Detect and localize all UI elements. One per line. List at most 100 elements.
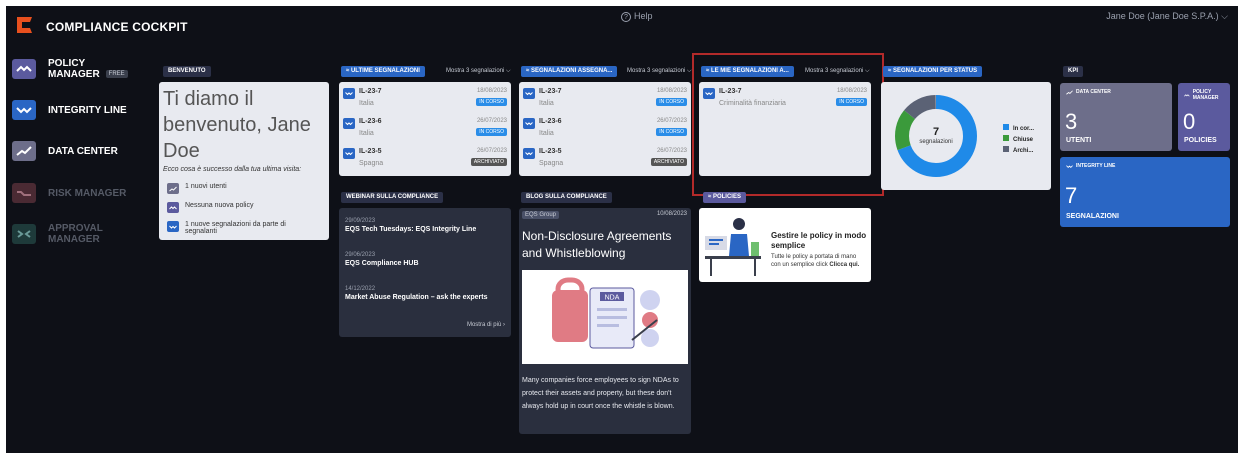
welcome-item-text: Nessuna nuova policy xyxy=(185,202,254,209)
signal-place: Spagna xyxy=(539,160,564,167)
user-menu[interactable]: Jane Doe (Jane Doe S.P.A.) ⌵ xyxy=(1106,11,1228,22)
sidebar-item-integrity-line[interactable]: INTEGRITY LINE xyxy=(12,100,127,120)
webinar-item[interactable]: 29/09/2023 EQS Tech Tuesdays: EQS Integr… xyxy=(345,218,476,233)
eqs-logo-icon[interactable] xyxy=(14,15,34,35)
sidebar-item-approval-manager[interactable]: APPROVAL MANAGER xyxy=(12,223,103,245)
blog-panel[interactable]: EQS Group 10/08/2023 Non-Disclosure Agre… xyxy=(519,208,691,434)
sidebar-label-line1: POLICY xyxy=(48,58,86,69)
kpi-title: POLICY MANAGER xyxy=(1184,89,1230,101)
donut-center-label: segnalazioni xyxy=(919,139,953,145)
kpi-title: DATA CENTER xyxy=(1066,89,1111,95)
signal-row[interactable]: IL-23-5 Spagna 26/07/2023 ARCHIVIATO xyxy=(523,146,687,174)
webinar-item[interactable]: 14/12/2022 Market Abuse Regulation – ask… xyxy=(345,286,488,301)
blog-image: NDA xyxy=(522,270,688,364)
webinar-tag: WEBINAR SULLA COMPLIANCE xyxy=(341,192,444,203)
blog-date: 10/08/2023 xyxy=(656,211,687,217)
app-title: COMPLIANCE COCKPIT xyxy=(46,20,188,34)
legend-item[interactable]: Chiuse xyxy=(1003,135,1034,146)
signal-row[interactable]: IL-23-5 Spagna 26/07/2023 ARCHIVIATO xyxy=(343,146,507,174)
legend-item[interactable]: In cor... xyxy=(1003,124,1034,135)
help-link[interactable]: ? Help xyxy=(621,11,653,22)
welcome-panel: Ti diamo il benvenuto, Jane Doe Ecco cos… xyxy=(159,82,329,240)
sidebar-item-data-center[interactable]: DATA CENTER xyxy=(12,141,118,161)
assegnate-more-link[interactable]: Mostra 3 segnalazioni ⌵ xyxy=(627,68,692,75)
person-at-desk-illustration-icon xyxy=(705,218,761,276)
assegnate-panel: IL-23-7 Italia 18/08/2023 IN CORSO IL-23… xyxy=(519,82,691,176)
webinar-item[interactable]: 29/06/2023 EQS Compliance HUB xyxy=(345,252,419,267)
kpi-data-center-card[interactable]: DATA CENTER 3 UTENTI xyxy=(1060,83,1172,151)
kpi-title-label: POLICY MANAGER xyxy=(1192,89,1219,101)
status-panel: 7 segnalazioni In cor... Chiuse Archi... xyxy=(881,82,1051,190)
risk-manager-icon xyxy=(12,183,36,203)
help-icon: ? xyxy=(621,12,631,22)
status-badge: IN CORSO xyxy=(476,128,507,136)
legend-label: In cor... xyxy=(1013,126,1035,132)
legend-item[interactable]: Archi... xyxy=(1003,146,1034,157)
data-center-icon xyxy=(12,141,36,161)
blog-source: EQS Group xyxy=(522,211,560,219)
legend-label: Chiuse xyxy=(1013,137,1034,143)
welcome-subtitle: Ecco cosa è successo dalla tua ultima vi… xyxy=(163,166,302,173)
webinar-panel: 29/09/2023 EQS Tech Tuesdays: EQS Integr… xyxy=(339,208,511,337)
assegnate-tag-label: SEGNALAZIONI ASSEGNA... xyxy=(530,68,613,74)
webinar-more-label: Mostra di più xyxy=(466,322,502,328)
sidebar-item-policy-manager[interactable]: POLICY MANAGER FREE xyxy=(12,58,128,80)
sidebar-item-risk-manager[interactable]: RISK MANAGER xyxy=(12,183,126,203)
signal-row[interactable]: IL-23-6 Italia 26/07/2023 IN CORSO xyxy=(523,116,687,144)
status-badge: IN CORSO xyxy=(656,128,687,136)
integrity-line-icon xyxy=(523,88,535,99)
chevron-right-icon: › xyxy=(503,322,505,328)
highlight-box xyxy=(692,53,884,196)
webinar-title: EQS Tech Tuesdays: EQS Integrity Line xyxy=(345,226,477,233)
signal-id: IL-23-5 xyxy=(539,148,562,155)
signal-place: Italia xyxy=(539,100,554,107)
welcome-item-text: 1 nuovi utenti xyxy=(185,183,227,190)
kpi-title: INTEGRITY LINE xyxy=(1066,163,1115,169)
signal-place: Italia xyxy=(359,130,374,137)
status-badge: IN CORSO xyxy=(656,98,687,106)
webinar-date: 29/06/2023 xyxy=(345,252,376,258)
kpi-label: POLICIES xyxy=(1184,137,1217,144)
policies-title: Gestire le policy in modo semplice xyxy=(771,231,867,250)
webinar-more-link[interactable]: Mostra di più › xyxy=(467,322,505,328)
ultime-more-link[interactable]: Mostra 3 segnalazioni ⌵ xyxy=(446,68,511,75)
signal-place: Italia xyxy=(359,100,374,107)
policies-body: Tutte le policy a portata di mano con un… xyxy=(771,253,867,269)
ultime-tag: ≈ ULTIME SEGNALAZIONI xyxy=(341,66,425,77)
help-label: Help xyxy=(634,11,653,21)
ultime-more-label: Mostra 3 segnalazioni xyxy=(446,68,505,74)
policies-tag-label: POLICIES xyxy=(712,194,741,200)
kpi-number: 0 xyxy=(1183,109,1196,134)
kpi-number: 3 xyxy=(1065,109,1078,134)
integrity-line-icon xyxy=(523,118,535,129)
signal-id: IL-23-6 xyxy=(539,118,562,125)
welcome-item: Nessuna nuova policy xyxy=(167,202,317,213)
assegnate-tag: ≈ SEGNALAZIONI ASSEGNA... xyxy=(521,66,618,77)
webinar-title: Market Abuse Regulation – ask the expert… xyxy=(345,294,488,301)
signal-row[interactable]: IL-23-6 Italia 26/07/2023 IN CORSO xyxy=(343,116,507,144)
signal-id: IL-23-7 xyxy=(539,88,562,95)
integrity-line-icon xyxy=(167,221,179,232)
status-tag-label: SEGNALAZIONI PER STATUS xyxy=(892,68,978,74)
signal-date: 26/07/2023 xyxy=(476,148,507,154)
kpi-integrity-line-card[interactable]: INTEGRITY LINE 7 SEGNALAZIONI xyxy=(1060,157,1230,227)
integrity-line-icon xyxy=(523,148,535,159)
status-badge: ARCHIVIATO xyxy=(650,158,687,166)
policies-link[interactable]: Clicca qui. xyxy=(829,262,859,268)
signal-row[interactable]: IL-23-7 Italia 18/08/2023 IN CORSO xyxy=(343,86,507,114)
welcome-tag: BENVENUTO xyxy=(163,66,211,77)
welcome-item-text: 1 nuove segnalazioni da parte di segnala… xyxy=(185,221,286,235)
chevron-down-icon: ⌵ xyxy=(1221,11,1228,21)
signal-row[interactable]: IL-23-7 Italia 18/08/2023 IN CORSO xyxy=(523,86,687,114)
kpi-title-label: INTEGRITY LINE xyxy=(1076,163,1116,169)
webinar-date: 14/12/2022 xyxy=(345,286,376,292)
signal-place: Spagna xyxy=(359,160,384,167)
signal-date: 26/07/2023 xyxy=(656,148,687,154)
kpi-policy-manager-card[interactable]: POLICY MANAGER 0 POLICIES xyxy=(1178,83,1230,151)
signal-id: IL-23-7 xyxy=(359,88,382,95)
data-center-icon xyxy=(167,183,179,194)
signal-id: IL-23-6 xyxy=(359,118,382,125)
nda-image-label: NDA xyxy=(605,295,620,302)
ultime-panel: IL-23-7 Italia 18/08/2023 IN CORSO IL-23… xyxy=(339,82,511,176)
status-badge: ARCHIVIATO xyxy=(470,158,507,166)
